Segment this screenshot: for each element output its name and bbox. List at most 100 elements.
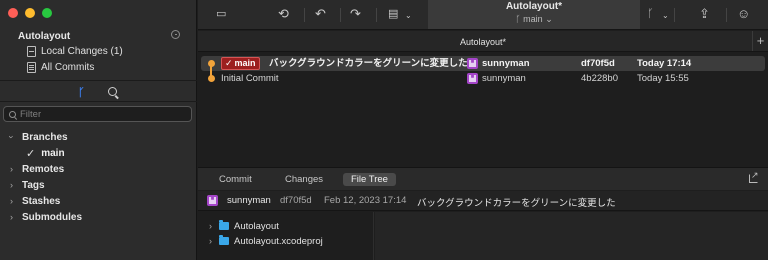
commit-row[interactable]: ✓ main バックグラウンドカラーをグリーンに変更した sunnyman df…: [201, 56, 765, 71]
close-window-button[interactable]: [8, 8, 18, 18]
avatar: [467, 58, 478, 69]
detail-tab-bar: Commit Changes File Tree: [198, 167, 768, 190]
document-icon: [27, 45, 36, 57]
section-submodules[interactable]: › Submodules: [8, 210, 82, 224]
share-icon[interactable]: ⇪: [699, 6, 710, 22]
branch-badge-label: main: [234, 58, 256, 68]
detail-date: Feb 12, 2023 17:14: [324, 195, 407, 206]
branch-mode-icon[interactable]: ᚴ: [78, 87, 85, 99]
folder-icon: [219, 220, 229, 230]
branch-badge[interactable]: ✓ main: [221, 57, 260, 70]
commit-message: バックグラウンドカラーをグリーンに変更した: [269, 58, 468, 69]
new-tab-button[interactable]: +: [752, 31, 768, 51]
detail-hash[interactable]: df70f5d: [280, 195, 312, 206]
chevron-right-icon: ›: [10, 164, 13, 174]
window-title: Autolayout*: [505, 1, 563, 12]
tab-changes[interactable]: Changes: [277, 173, 331, 186]
commit-author: sunnyman: [482, 73, 526, 84]
zoom-window-button[interactable]: [42, 8, 52, 18]
open-external-icon[interactable]: [749, 170, 759, 183]
file-preview-pane: [375, 212, 768, 260]
commit-date: Today 15:55: [637, 73, 689, 84]
section-label: Stashes: [22, 195, 61, 207]
fetch-icon[interactable]: ⟲: [278, 6, 289, 22]
divider: [0, 101, 197, 102]
stash-icon[interactable]: ▤: [388, 6, 398, 22]
chevron-right-icon: ›: [10, 196, 13, 206]
tree-item-label: Autolayout: [234, 220, 279, 232]
filter-field[interactable]: [3, 106, 192, 122]
chevron-right-icon: ›: [10, 212, 13, 222]
filter-input[interactable]: [20, 108, 180, 120]
sidebar-item-local-changes[interactable]: Local Changes (1): [27, 44, 123, 58]
divider: [304, 8, 305, 22]
divider: [340, 8, 341, 22]
commit-list: ✓ main バックグラウンドカラーをグリーンに変更した sunnyman df…: [198, 53, 768, 166]
emoji-icon[interactable]: ☺: [737, 6, 750, 22]
repo-name: Autolayout: [18, 31, 71, 42]
sidebar-item-all-commits[interactable]: All Commits: [27, 60, 94, 74]
commit-message: Initial Commit: [221, 73, 279, 84]
branch-item-main[interactable]: ✓ main: [26, 147, 65, 160]
tree-item[interactable]: › Autolayout: [207, 219, 279, 233]
divider: [376, 8, 377, 22]
graph-edge: [210, 65, 212, 77]
section-stashes[interactable]: › Stashes: [8, 194, 60, 208]
search-icon: [9, 110, 16, 118]
checkmark-icon: ✓: [26, 148, 36, 160]
minimize-window-button[interactable]: [25, 8, 35, 18]
commit-row[interactable]: Initial Commit sunnyman 4b228b0 Today 15…: [201, 71, 765, 86]
detail-author: sunnyman: [227, 195, 271, 206]
section-remotes[interactable]: › Remotes: [8, 162, 64, 176]
chevron-down-icon: ⌄: [545, 14, 553, 24]
window-controls: [8, 8, 52, 18]
tab-bar: Autolayout* +: [198, 31, 768, 52]
sidebar-item-label: Local Changes (1): [41, 45, 123, 57]
chevron-down-icon[interactable]: ⌄: [662, 8, 669, 24]
tab-autolayout[interactable]: Autolayout*: [198, 37, 768, 47]
search-mode-icon[interactable]: [108, 87, 117, 96]
divider: [726, 8, 727, 22]
branch-label: main: [41, 148, 65, 159]
detail-message: バックグラウンドカラーをグリーンに変更した: [417, 198, 616, 209]
tab-commit[interactable]: Commit: [211, 173, 260, 186]
chevron-right-icon[interactable]: ›: [207, 236, 214, 246]
section-tags[interactable]: › Tags: [8, 178, 45, 192]
folder-icon: [219, 235, 229, 245]
tree-item[interactable]: › Autolayout.xcodeproj: [207, 234, 323, 248]
branch-icon[interactable]: ᚴ: [647, 6, 654, 22]
chevron-right-icon: ›: [10, 180, 13, 190]
list-icon: [27, 61, 36, 73]
history-clock-icon[interactable]: [171, 30, 180, 39]
sidebar-item-label: All Commits: [41, 61, 95, 73]
pull-icon[interactable]: ↶: [315, 6, 326, 22]
section-label: Remotes: [22, 163, 65, 175]
push-icon[interactable]: ↷: [350, 6, 361, 22]
commit-detail-header: sunnyman df70f5d Feb 12, 2023 17:14 バックグ…: [198, 191, 768, 211]
section-label: Branches: [22, 131, 68, 143]
tree-item-label: Autolayout.xcodeproj: [234, 235, 323, 247]
branch-icon: ᚴ: [515, 14, 521, 24]
chevron-down-icon[interactable]: ⌄: [405, 8, 412, 24]
divider: [674, 8, 675, 22]
file-tree: › Autolayout › Autolayout.xcodeproj: [198, 212, 374, 260]
section-label: Submodules: [22, 211, 83, 223]
commit-hash: 4b228b0: [581, 73, 618, 84]
toolbar: ▭ ⟲ ↶ ↷ ▤ ⌄ Autolayout* ᚴ main ⌄ ᚴ ⌄ ⇪ ☺: [198, 0, 768, 30]
avatar: [207, 195, 218, 206]
current-branch-selector[interactable]: ᚴ main ⌄: [428, 14, 640, 25]
sidebar: Autolayout Local Changes (1) All Commits…: [0, 0, 197, 260]
commit-date: Today 17:14: [637, 58, 692, 69]
tab-file-tree[interactable]: File Tree: [343, 173, 396, 186]
section-label: Tags: [22, 179, 45, 191]
section-branches[interactable]: › Branches: [6, 130, 68, 144]
checkmark-icon: ✓: [225, 58, 233, 68]
commit-hash: df70f5d: [581, 58, 615, 69]
divider: [0, 80, 197, 81]
avatar: [467, 73, 478, 84]
chevron-down-icon: ›: [6, 135, 17, 139]
current-branch-label: main: [523, 14, 543, 24]
commit-author: sunnyman: [482, 58, 530, 69]
chevron-right-icon[interactable]: ›: [207, 221, 214, 231]
folder-icon[interactable]: ▭: [216, 6, 226, 22]
